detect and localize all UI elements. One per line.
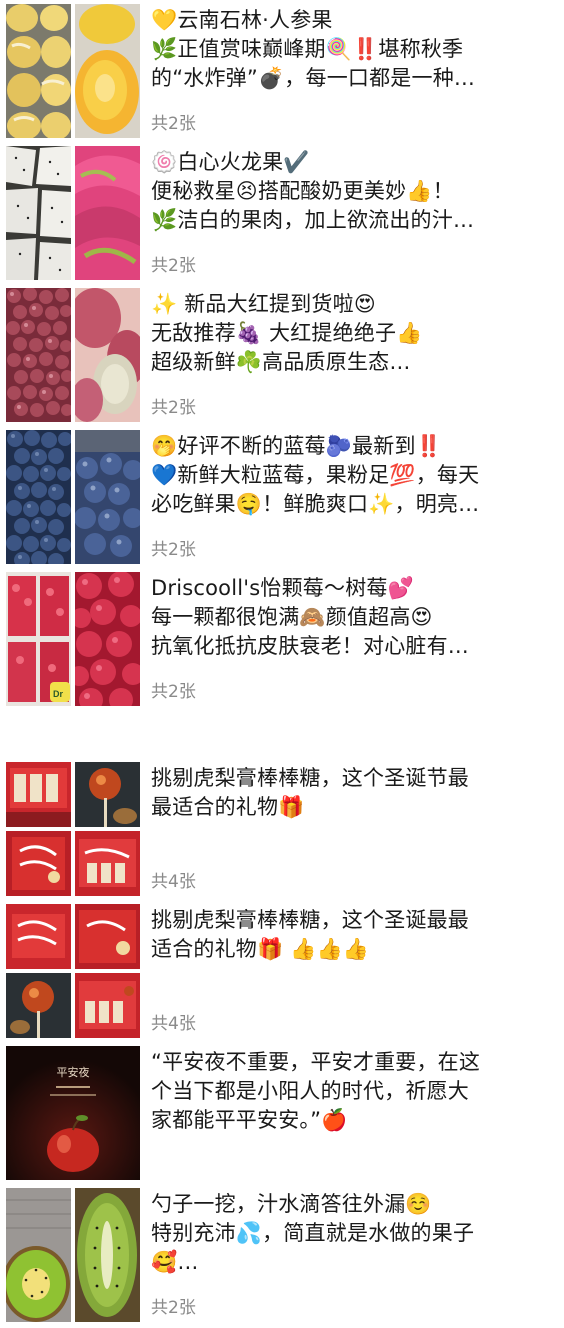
post-text[interactable]: “平安夜不重要，平安才重要，在这 个当下都是小阳人的时代，祈愿大 家都能平平安安… — [151, 1048, 551, 1135]
post-line: 必吃鲜果🤤！鲜脆爽口✨，明亮… — [151, 492, 480, 516]
post-line: Driscooll's怡颗莓～树莓💕 — [151, 576, 414, 600]
photo-lollipop-box-open[interactable] — [75, 831, 140, 896]
photo-red-grape-cut[interactable] — [75, 288, 140, 422]
post-ginseng-fruit[interactable]: 💛云南石林·人参果 🌿正值赏味巅峰期🍭‼️堪称秋季 的“水炸弹”💣，每一口都是一… — [0, 4, 564, 144]
image-count: 共2张 — [151, 1298, 196, 1318]
image-count: 共2张 — [151, 256, 196, 276]
post-line: “平安夜不重要，平安才重要，在这 — [151, 1050, 481, 1074]
post-line: 挑剔虎梨膏棒棒糖，这个圣诞最最 — [151, 908, 469, 932]
photo-blueberries-box[interactable] — [6, 430, 71, 564]
image-count: 共2张 — [151, 398, 196, 418]
post-line: 最适合的礼物🎁 — [151, 795, 305, 819]
photo-blueberries-closeup[interactable] — [75, 430, 140, 564]
post-thumbnails[interactable] — [6, 288, 140, 422]
post-thumbnails[interactable]: 平安夜 — [6, 1046, 140, 1180]
photo-lollipop-candy[interactable] — [6, 973, 71, 1038]
photo-raspberry-boxes[interactable]: Dr — [6, 572, 71, 706]
post-line: 便秘救星😣搭配酸奶更美妙👍！ — [151, 179, 454, 203]
post-line: 🥰… — [151, 1250, 199, 1274]
image-count: 共4张 — [151, 1014, 196, 1034]
post-text[interactable]: 💛云南石林·人参果 🌿正值赏味巅峰期🍭‼️堪称秋季 的“水炸弹”💣，每一口都是一… — [151, 6, 551, 93]
post-blueberries[interactable]: 🤭好评不断的蓝莓🫐最新到‼️ 💙新鲜大粒蓝莓，果粉足💯，每天 必吃鲜果🤤！鲜脆爽… — [0, 430, 564, 570]
post-line: 💛云南石林·人参果 — [151, 8, 333, 32]
post-thumbnails[interactable] — [6, 1188, 140, 1322]
svg-text:Dr: Dr — [53, 689, 63, 699]
post-line: 特别充沛💦，简直就是水做的果子 — [151, 1221, 475, 1245]
post-line: 超级新鲜☘️高品质原生态… — [151, 350, 411, 374]
photo-lollipop-box[interactable] — [6, 904, 71, 969]
post-line: 💙新鲜大粒蓝莓，果粉足💯，每天 — [151, 463, 480, 487]
post-thumbnails[interactable]: Dr — [6, 572, 140, 706]
post-lollipop-gift-2[interactable]: 挑剔虎梨膏棒棒糖，这个圣诞最最 适合的礼物🎁 👍👍👍 共4张 — [0, 904, 564, 1044]
post-thumbnails[interactable] — [6, 762, 140, 896]
post-text[interactable]: Driscooll's怡颗莓～树莓💕 每一颗都很饱满🙈颜值超高😍 抗氧化抵抗皮肤… — [151, 574, 551, 661]
post-line: 勺子一挖，汁水滴答往外漏☺️ — [151, 1192, 432, 1216]
post-lollipop-gift[interactable]: 挑剔虎梨膏棒棒糖，这个圣诞节最 最适合的礼物🎁 共4张 — [0, 762, 564, 902]
post-raspberries[interactable]: Dr Driscooll's怡颗莓～树莓💕 每一颗都很饱满🙈颜值超高😍 抗氧化抵… — [0, 572, 564, 712]
post-text[interactable]: 挑剔虎梨膏棒棒糖，这个圣诞节最 最适合的礼物🎁 — [151, 764, 551, 822]
post-text[interactable]: 挑剔虎梨膏棒棒糖，这个圣诞最最 适合的礼物🎁 👍👍👍 — [151, 906, 551, 964]
photo-lollipop-package[interactable] — [75, 904, 140, 969]
post-line: 🌿正值赏味巅峰期🍭‼️堪称秋季 — [151, 37, 464, 61]
ping-an-title-text: 平安夜 — [57, 1065, 90, 1079]
post-line: 🤭好评不断的蓝莓🫐最新到‼️ — [151, 434, 443, 458]
photo-lollipop-package[interactable] — [6, 831, 71, 896]
post-thumbnails[interactable] — [6, 904, 140, 1038]
post-line: 🌿洁白的果肉，加上欲流出的汁… — [151, 208, 475, 232]
post-line: 每一颗都很饱满🙈颜值超高😍 — [151, 605, 433, 629]
post-text[interactable]: 勺子一挖，汁水滴答往外漏☺️ 特别充沛💦，简直就是水做的果子 🥰… — [151, 1190, 551, 1277]
post-line: 挑剔虎梨膏棒棒糖，这个圣诞节最 — [151, 766, 469, 790]
post-thumbnails[interactable] — [6, 430, 140, 564]
post-christmas-eve[interactable]: 平安夜 “平安夜不重要，平安才重要，在这 个当下都是小阳人的时代，祈愿大 家都能… — [0, 1046, 564, 1186]
image-count: 共4张 — [151, 872, 196, 892]
photo-red-grapes-bunch[interactable] — [6, 288, 71, 422]
post-line: 抗氧化抵抗皮肤衰老！对心脏有… — [151, 634, 469, 658]
photo-lollipop-candy[interactable] — [75, 762, 140, 827]
post-red-grapes[interactable]: ✨ 新品大红提到货啦😍 无敌推荐🍇 大红提绝绝子👍 超级新鲜☘️高品质原生态… … — [0, 288, 564, 428]
photo-kiwi-green[interactable] — [75, 1188, 140, 1322]
photo-kiwi-golden[interactable] — [6, 1188, 71, 1322]
photo-ginseng-fruit-cut[interactable] — [75, 4, 140, 138]
image-count: 共2张 — [151, 682, 196, 702]
photo-dragon-fruit-whole[interactable] — [75, 146, 140, 280]
photo-lollipop-box[interactable] — [6, 762, 71, 827]
photo-ping-an-apple[interactable]: 平安夜 — [6, 1046, 140, 1180]
post-line: 🍥白心火龙果✔️ — [151, 150, 310, 174]
post-line: 适合的礼物🎁 👍👍👍 — [151, 937, 370, 961]
post-line: ✨ 新品大红提到货啦😍 — [151, 292, 376, 316]
photo-lollipop-box-open[interactable] — [75, 973, 140, 1038]
image-count: 共2张 — [151, 114, 196, 134]
post-thumbnails[interactable] — [6, 4, 140, 138]
image-count: 共2张 — [151, 540, 196, 560]
post-line: 个当下都是小阳人的时代，祈愿大 — [151, 1079, 469, 1103]
post-kiwi[interactable]: 勺子一挖，汁水滴答往外漏☺️ 特别充沛💦，简直就是水做的果子 🥰… 共2张 — [0, 1188, 564, 1328]
post-line: 的“水炸弹”💣，每一口都是一种… — [151, 66, 476, 90]
post-thumbnails[interactable] — [6, 146, 140, 280]
post-line: 无敌推荐🍇 大红提绝绝子👍 — [151, 321, 423, 345]
post-dragon-fruit[interactable]: 🍥白心火龙果✔️ 便秘救星😣搭配酸奶更美妙👍！ 🌿洁白的果肉，加上欲流出的汁… … — [0, 146, 564, 286]
post-line: 家都能平平安安。”🍎 — [151, 1108, 348, 1132]
photo-dragon-fruit-cubes[interactable] — [6, 146, 71, 280]
photo-raspberries-pile[interactable] — [75, 572, 140, 706]
photo-ginseng-fruit-tray[interactable] — [6, 4, 71, 138]
post-text[interactable]: 🤭好评不断的蓝莓🫐最新到‼️ 💙新鲜大粒蓝莓，果粉足💯，每天 必吃鲜果🤤！鲜脆爽… — [151, 432, 551, 519]
post-text[interactable]: 🍥白心火龙果✔️ 便秘救星😣搭配酸奶更美妙👍！ 🌿洁白的果肉，加上欲流出的汁… — [151, 148, 551, 235]
post-text[interactable]: ✨ 新品大红提到货啦😍 无敌推荐🍇 大红提绝绝子👍 超级新鲜☘️高品质原生态… — [151, 290, 551, 377]
